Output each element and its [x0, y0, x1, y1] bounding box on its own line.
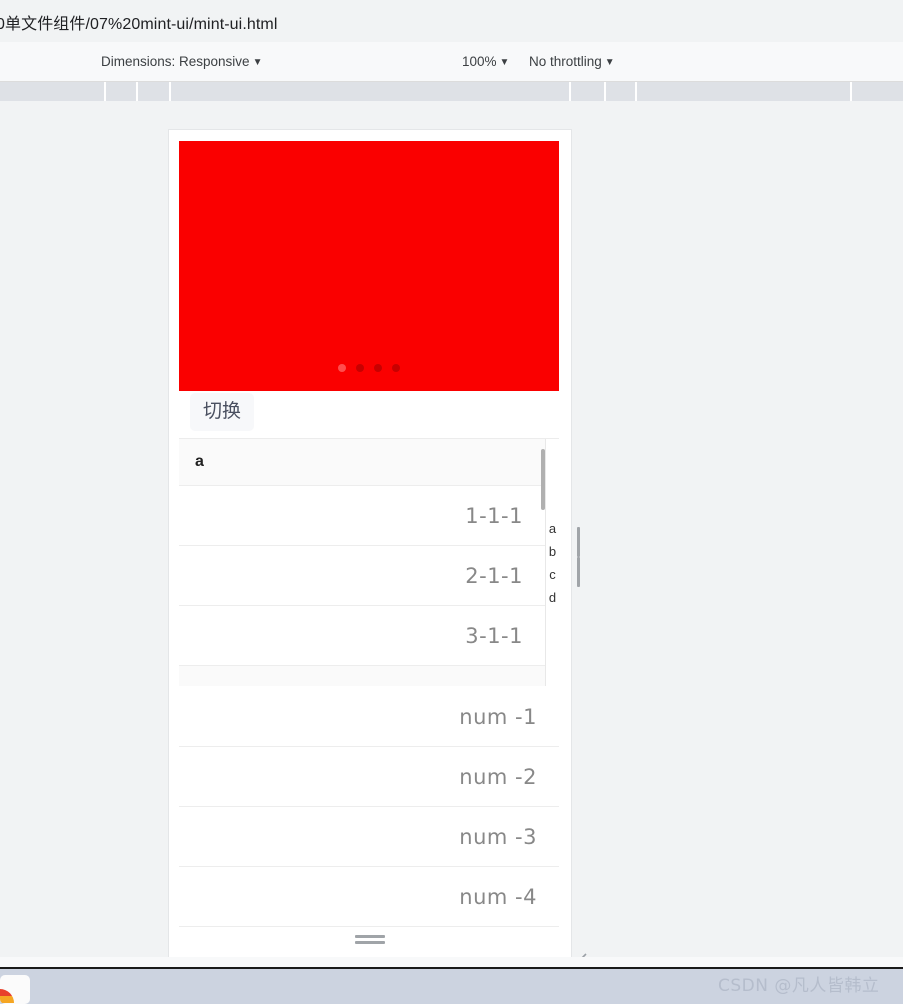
page-bottom-edge — [0, 957, 903, 967]
swiper-dot[interactable] — [356, 364, 364, 372]
ruler-tick — [850, 82, 852, 101]
browser-url-bar[interactable]: 0单文件组件/07%20mint-ui/mint-ui.html — [0, 0, 903, 43]
index-nav-letter[interactable]: a — [549, 517, 556, 540]
viewport-ruler — [0, 82, 903, 102]
index-list-item[interactable]: 2-1-1 — [179, 546, 545, 606]
watermark-text: CSDN @凡人皆韩立 — [718, 976, 880, 996]
chevron-down-icon: ▼ — [604, 57, 615, 68]
throttling-label: No throttling — [529, 54, 602, 69]
index-list-scroll-area[interactable]: a 1-1-12-1-13-1-1b — [179, 439, 545, 686]
num-list-item[interactable]: num -4 — [179, 867, 559, 927]
index-nav-letter[interactable]: b — [549, 540, 556, 563]
index-section-header-partial: b — [179, 666, 545, 686]
ruler-tick — [569, 82, 571, 101]
device-emulation-toolbar: Dimensions: Responsive▼ × 100%▼ No throt… — [0, 42, 903, 115]
url-text[interactable]: 0单文件组件/07%20mint-ui/mint-ui.html — [0, 10, 278, 34]
index-nav-bar[interactable]: abcd — [545, 439, 559, 686]
handle-bar — [355, 935, 385, 938]
num-list-item[interactable]: num -1 — [179, 687, 559, 747]
index-section-header: a — [179, 439, 545, 486]
num-list: num -1 num -2 num -3 num -4 — [179, 686, 559, 927]
app-glyph — [0, 989, 14, 1003]
index-list-item[interactable]: 3-1-1 — [179, 606, 545, 666]
zoom-dropdown[interactable]: 100% ▼ — [462, 54, 509, 69]
handle-bar — [355, 941, 385, 944]
handle-bar — [577, 557, 580, 587]
index-nav-letter[interactable]: c — [549, 563, 556, 586]
dimensions-dropdown[interactable]: Dimensions: Responsive ▼ — [101, 54, 262, 69]
dimensions-label: Dimensions: Responsive — [101, 54, 250, 69]
index-list: a 1-1-12-1-13-1-1b abcd — [179, 438, 559, 686]
index-nav-letter[interactable]: d — [549, 586, 556, 609]
handle-bar — [577, 527, 580, 557]
throttling-dropdown[interactable]: No throttling ▼ — [529, 54, 615, 69]
index-list-item[interactable]: 1-1-1 — [179, 486, 545, 546]
swiper-dot[interactable] — [374, 364, 382, 372]
swiper-carousel[interactable] — [179, 141, 559, 391]
swiper-dots — [179, 364, 559, 372]
swiper-dot-active[interactable] — [338, 364, 346, 372]
ruler-tick — [604, 82, 606, 101]
zoom-label: 100% — [462, 54, 497, 69]
taskbar-app-icon[interactable] — [0, 975, 30, 1004]
switch-button[interactable]: 切换 — [190, 393, 255, 431]
device-viewport: 切换 a 1-1-12-1-13-1-1b abcd num -1num -2n… — [179, 141, 559, 949]
ruler-tick — [136, 82, 138, 101]
resize-bottom-handle[interactable] — [355, 935, 385, 944]
chevron-down-icon: ▼ — [252, 57, 263, 68]
ruler-tick — [104, 82, 106, 101]
device-frame: 切换 a 1-1-12-1-13-1-1b abcd num -1num -2n… — [169, 130, 571, 960]
chevron-down-icon: ▼ — [499, 57, 510, 68]
ruler-tick — [169, 82, 171, 101]
tab-bar: 切换 — [179, 391, 559, 438]
resize-right-handle[interactable] — [577, 527, 586, 587]
num-list-item[interactable]: num -2 — [179, 747, 559, 807]
ruler-tick — [635, 82, 637, 101]
swiper-dot[interactable] — [392, 364, 400, 372]
num-list-item[interactable]: num -3 — [179, 807, 559, 867]
